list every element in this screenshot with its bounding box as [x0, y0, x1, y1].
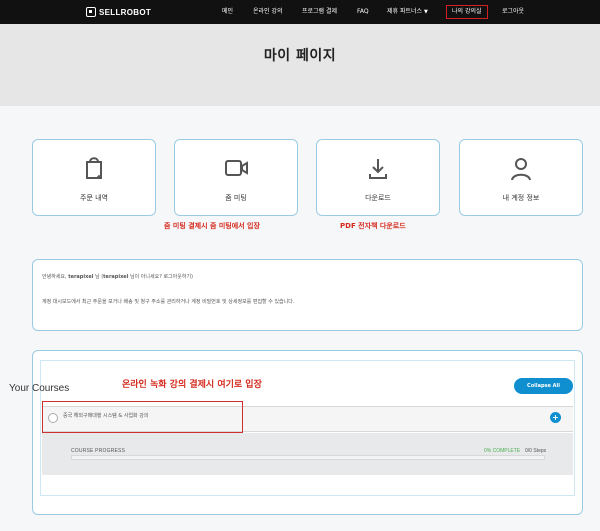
- page-title: 마이 페이지: [263, 48, 337, 64]
- courses-annotation: 온라인 녹화 강의 결제시 여기로 입장: [122, 380, 262, 390]
- video-camera-icon: [225, 160, 248, 176]
- course-highlight-box: [42, 401, 243, 433]
- username: terapixel: [68, 274, 94, 280]
- zoom-meeting-card[interactable]: 줌 미팅: [174, 139, 298, 216]
- nav-item-main[interactable]: 메인: [222, 5, 233, 19]
- pdf-download-annotation: PDF 전자책 다운로드: [340, 222, 406, 230]
- logo[interactable]: SELLROBOT: [86, 5, 151, 19]
- course-progress-steps: 0/0 Steps: [525, 448, 547, 454]
- welcome-prefix: 안녕하세요,: [42, 274, 67, 280]
- username-repeat: terapixel: [103, 274, 129, 280]
- page-header: 마이 페이지: [0, 24, 600, 106]
- collapse-all-button[interactable]: Collapse All: [514, 378, 573, 394]
- order-history-card[interactable]: 주문 내역: [32, 139, 156, 216]
- logo-text: SELLROBOT: [99, 7, 152, 17]
- download-label: 다운로드: [365, 194, 391, 202]
- chevron-down-icon: ▼: [424, 9, 428, 15]
- collapse-all-label: Collapse All: [527, 383, 560, 389]
- top-navigation: SELLROBOT 메인 온라인 강의 프로그램 결제 FAQ 제휴 파트너스 ▼…: [0, 0, 600, 24]
- order-history-label: 주문 내역: [80, 194, 108, 202]
- courses-title: Your Courses: [9, 383, 70, 394]
- course-progress-bar: [71, 455, 545, 460]
- nav-item-faq[interactable]: FAQ: [357, 5, 369, 19]
- nav-item-program-payment[interactable]: 프로그램 결제: [302, 5, 337, 19]
- download-icon: [369, 159, 387, 179]
- shopping-bag-icon: [86, 157, 102, 179]
- account-info-card[interactable]: 내 계정 정보: [459, 139, 583, 216]
- logout-link[interactable]: 님이 아니세요? 로그아웃하기): [130, 274, 193, 280]
- course-progress-label: COURSE PROGRESS: [71, 448, 126, 454]
- nav-item-my-classroom[interactable]: 나의 강의실: [446, 5, 488, 19]
- welcome-line-1: 안녕하세요, terapixel 님 (terapixel 님이 아니세요? 로…: [42, 273, 193, 280]
- robot-logo-icon: [86, 7, 96, 17]
- welcome-middle: 님 (: [95, 274, 104, 280]
- nav-item-partners-label: 제휴 파트너스: [387, 8, 423, 15]
- zoom-meeting-annotation: 줌 미팅 결제시 줌 미팅에서 입장: [164, 222, 260, 230]
- welcome-message: 안녕하세요, terapixel 님 (terapixel 님이 아니세요? 로…: [32, 259, 583, 331]
- account-info-label: 내 계정 정보: [502, 194, 540, 202]
- nav-item-partners[interactable]: 제휴 파트너스 ▼: [387, 5, 428, 19]
- course-progress-complete: 0% COMPLETE: [484, 448, 521, 454]
- download-card[interactable]: 다운로드: [316, 139, 440, 216]
- user-icon: [511, 158, 531, 181]
- nav-item-logout[interactable]: 로그아웃: [502, 5, 524, 19]
- welcome-line-2: 계정 대시보드에서 최근 주문을 보거나 배송 및 청구 주소를 관리하거나 계…: [42, 299, 295, 305]
- zoom-meeting-label: 줌 미팅: [225, 194, 247, 202]
- expand-course-button[interactable]: +: [550, 412, 561, 423]
- nav-item-online-course[interactable]: 온라인 강의: [253, 5, 283, 19]
- course-progress-panel: [42, 433, 573, 475]
